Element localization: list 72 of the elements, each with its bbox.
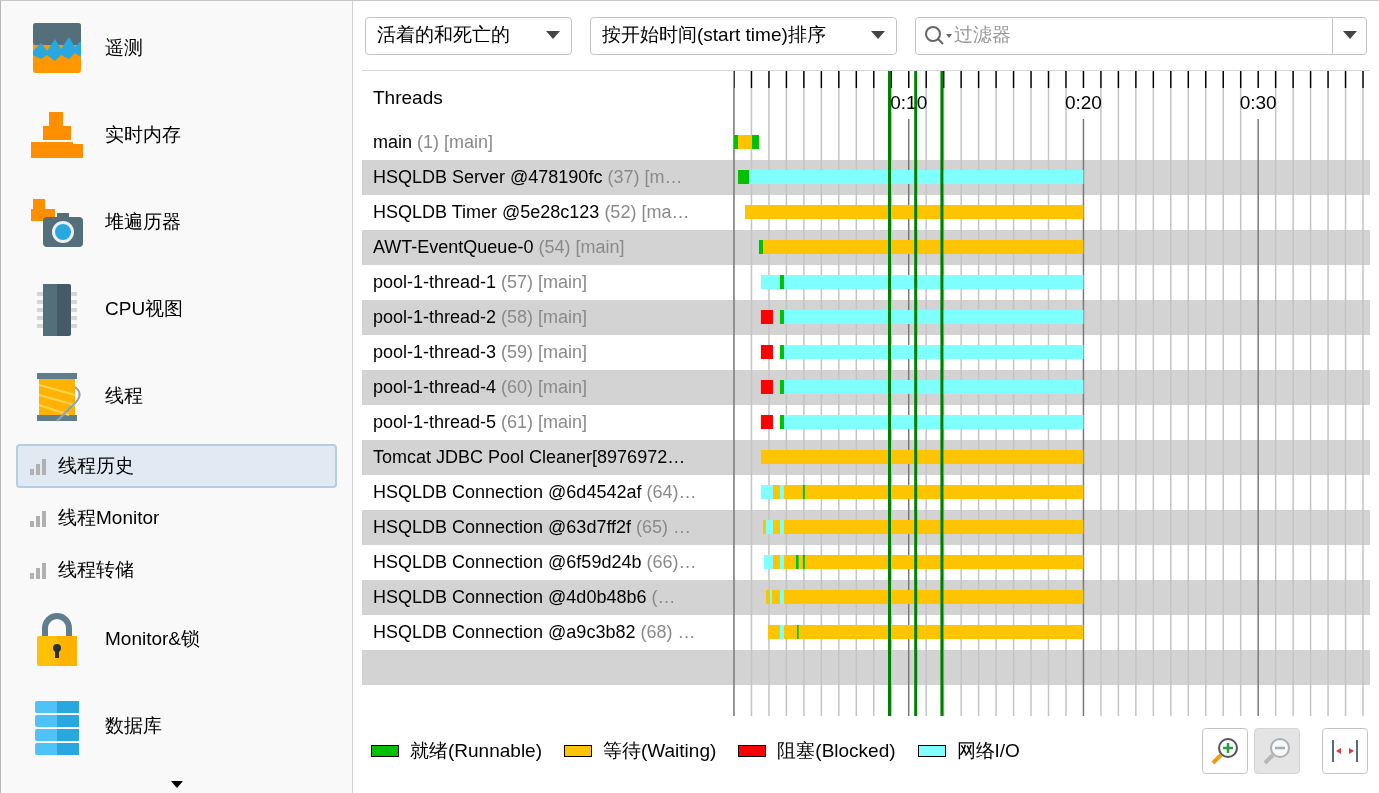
fit-width-button[interactable]	[1322, 728, 1368, 774]
thread-state-bar	[763, 555, 773, 569]
threads-column-heading: Threads	[373, 85, 443, 110]
sidebar-item[interactable]: 实时内存	[16, 92, 337, 179]
thread-name: HSQLDB Server @478190fc	[373, 166, 603, 189]
scroll-down-caret-icon[interactable]	[171, 781, 183, 789]
zoom-in-icon	[1210, 736, 1240, 766]
thread-name: pool-1-thread-5	[373, 411, 497, 434]
thread-id-group: (37) [m…	[607, 164, 683, 191]
thread-id-group: (58) [main]	[501, 304, 588, 331]
thread-name: HSQLDB Connection @63d7ff2f	[373, 516, 632, 539]
filter-input[interactable]: 过滤器	[954, 21, 1332, 50]
thread-name: HSQLDB Connection @6f59d24b	[373, 551, 642, 574]
thread-row[interactable]: HSQLDB Connection @63d7ff2f (65) …	[362, 510, 733, 545]
sidebar-item[interactable]: 遥测	[16, 5, 337, 92]
thread-id-group: (1) [main]	[417, 129, 494, 156]
caret-icon	[1342, 31, 1357, 40]
thread-id-group: (57) [main]	[501, 269, 588, 296]
sidebar-item[interactable]: 线程Monitor	[16, 496, 337, 540]
thread-row[interactable]: Tomcat JDBC Pool Cleaner[8976972…	[362, 440, 733, 475]
sidebar-item[interactable]: 数据库	[16, 683, 337, 770]
sort-dropdown[interactable]: 按开始时间(start time)排序	[590, 16, 897, 55]
zoom-out-icon	[1262, 736, 1292, 766]
thread-id-group: (…	[651, 584, 676, 611]
search-icon	[924, 24, 954, 47]
thread-name: pool-1-thread-1	[373, 271, 497, 294]
thread-name: Tomcat JDBC Pool Cleaner[8976972…	[373, 446, 686, 469]
thread-name: HSQLDB Timer @5e28c123	[373, 201, 600, 224]
sidebar-item[interactable]: CPU视图	[16, 266, 337, 353]
thread-id-group: (64)…	[646, 479, 697, 506]
caret-icon	[546, 31, 560, 40]
legend-label: 网络I/O	[956, 738, 1020, 763]
thread-id-group: (60) [main]	[501, 374, 588, 401]
thread-name: HSQLDB Connection @a9c3b82	[373, 621, 636, 644]
zoom-in-button[interactable]	[1202, 728, 1248, 774]
legend-label: 就绪(Runnable)	[410, 738, 542, 763]
thread-row[interactable]: HSQLDB Connection @4d0b48b6 (…	[362, 580, 733, 615]
thread-state-bar	[760, 415, 773, 429]
bar-chart-icon	[29, 509, 47, 527]
bar-chart-icon	[29, 457, 47, 475]
thread-name: pool-1-thread-4	[373, 376, 497, 399]
thread-row[interactable]: HSQLDB Server @478190fc (37) [m…	[362, 160, 733, 195]
thread-name: pool-1-thread-2	[373, 306, 497, 329]
thread-id-group: (65) …	[636, 514, 692, 541]
thread-name: HSQLDB Connection @4d0b48b6	[373, 586, 647, 609]
bar-chart-icon	[29, 561, 47, 579]
thread-row[interactable]: pool-1-thread-4 (60) [main]	[362, 370, 733, 405]
thread-id-group: (68) …	[640, 619, 696, 646]
sidebar-item[interactable]: 线程转储	[16, 548, 337, 592]
thread-name: AWT-EventQueue-0	[373, 236, 534, 259]
legend-label: 阻塞(Blocked)	[777, 738, 896, 763]
thread-filter-dropdown[interactable]: 活着的和死亡的	[365, 16, 572, 55]
time-axis-label: 0:20	[1064, 92, 1102, 113]
thread-name: HSQLDB Connection @6d4542af	[373, 481, 642, 504]
thread-row[interactable]: pool-1-thread-2 (58) [main]	[362, 300, 733, 335]
filter-field[interactable]: 过滤器	[915, 16, 1367, 55]
thread-id-group: (52) [ma…	[604, 199, 690, 226]
time-axis-label: 0:30	[1239, 92, 1277, 113]
thread-row[interactable]: AWT-EventQueue-0 (54) [main]	[362, 230, 733, 265]
thread-id-group: (54) [main]	[538, 234, 625, 261]
sidebar-item[interactable]: Monitor&锁	[16, 596, 337, 683]
thread-name: pool-1-thread-3	[373, 341, 497, 364]
thread-name: main	[373, 131, 412, 154]
sidebar-item[interactable]: 堆遍历器	[16, 179, 337, 266]
thread-state-bar	[760, 345, 773, 359]
thread-id-group: (61) [main]	[501, 409, 588, 436]
sidebar-item[interactable]: 线程	[16, 353, 337, 440]
thread-id-group: (66)…	[646, 549, 697, 576]
legend-label: 等待(Waiting)	[603, 738, 717, 763]
sidebar-item[interactable]: 线程历史	[16, 444, 337, 488]
thread-id-group: (59) [main]	[501, 339, 588, 366]
caret-icon	[871, 31, 885, 40]
